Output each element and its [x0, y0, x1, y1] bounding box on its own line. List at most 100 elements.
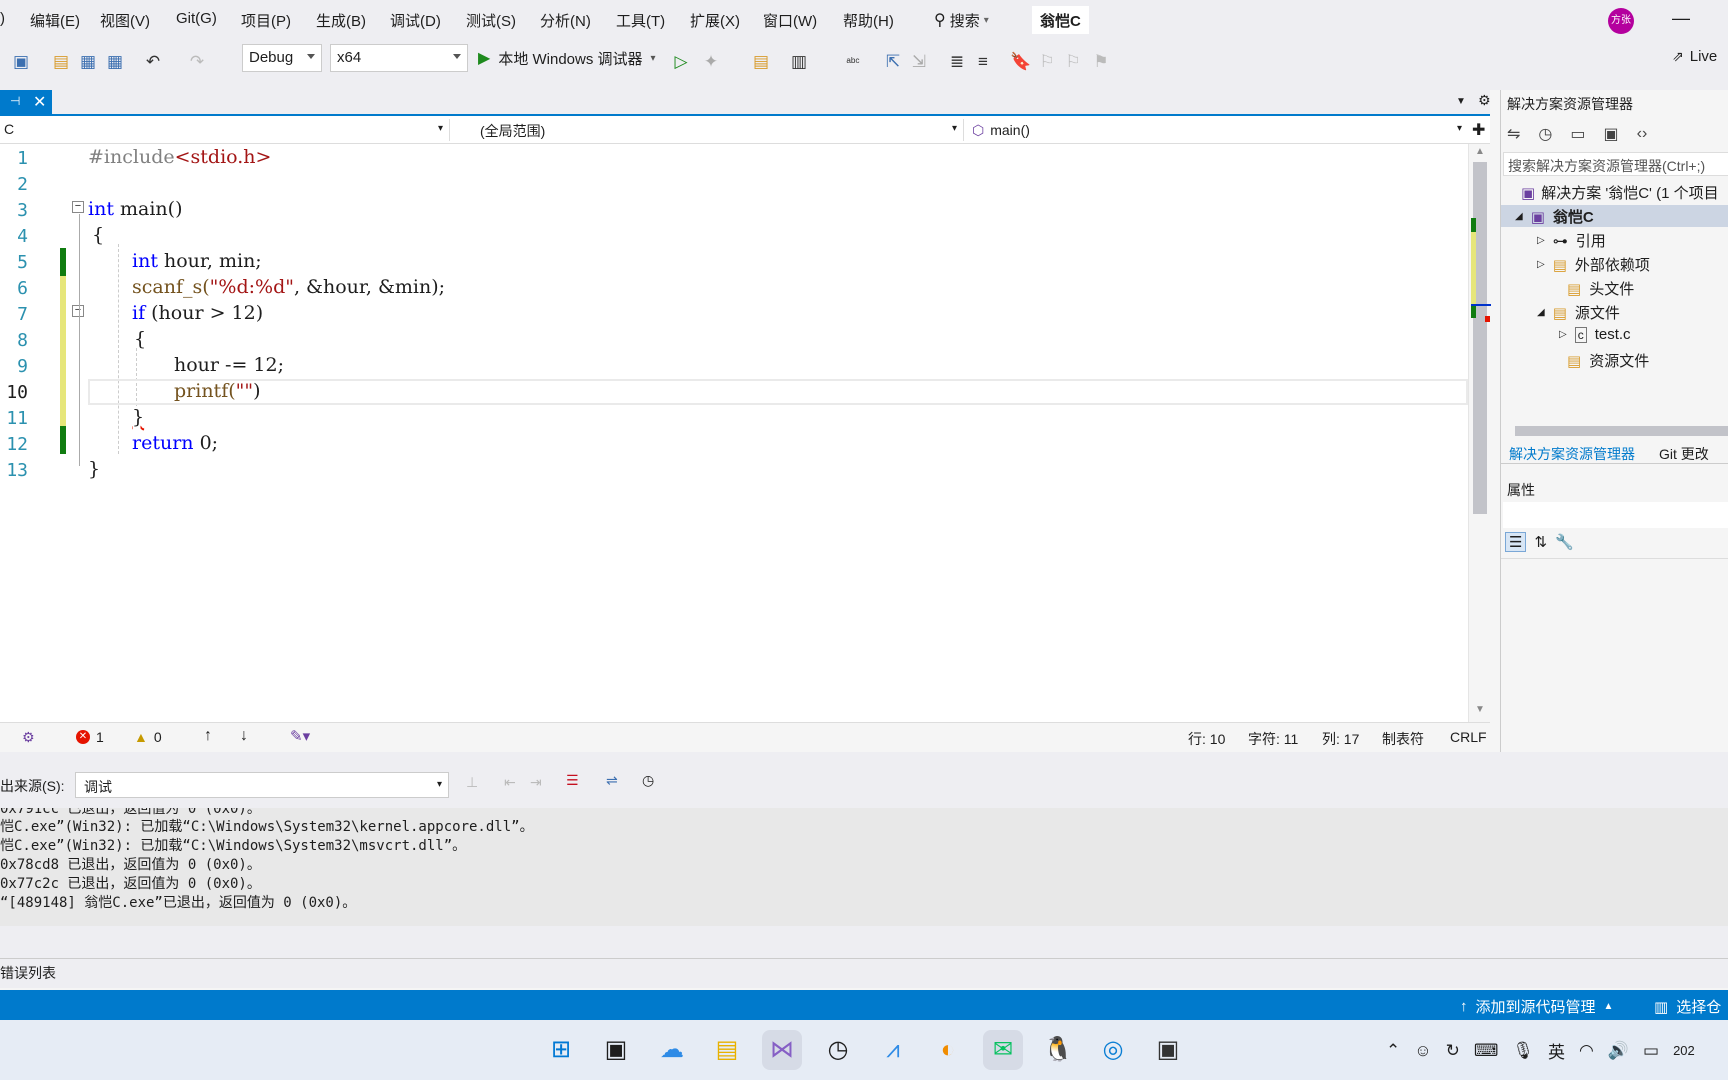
char-position[interactable]: 字符: 11 — [1248, 729, 1298, 749]
menu-git[interactable]: Git(G) — [176, 10, 217, 27]
collapse-toggle[interactable]: − — [72, 305, 84, 317]
alphabetical-icon[interactable]: ⇅ — [1534, 533, 1547, 551]
select-repo-button[interactable]: ▥ 选择仓 — [1654, 996, 1721, 1017]
next-message-icon[interactable]: ⇥ — [530, 774, 542, 791]
menu-debug[interactable]: 调试(D) — [390, 10, 441, 31]
next-bookmark-icon[interactable]: ⚐ — [1062, 51, 1084, 73]
categorized-icon[interactable]: ☰ — [1505, 532, 1527, 552]
horizontal-scrollbar[interactable] — [1515, 426, 1728, 436]
tab-git-changes[interactable]: Git 更改 — [1659, 444, 1709, 464]
undo-icon[interactable]: ↶ — [142, 51, 164, 73]
sync-tray-icon[interactable]: ↻ — [1446, 1041, 1460, 1061]
tree-item-solution[interactable]: ▣ 解决方案 '翁恺C' (1 个项目 — [1521, 182, 1719, 203]
line-position[interactable]: 行: 10 — [1188, 729, 1225, 749]
edge-icon[interactable]: ◎ — [1093, 1030, 1133, 1070]
tree-item-headers[interactable]: ▤ 头文件 — [1567, 278, 1634, 299]
menu-project[interactable]: 项目(P) — [241, 10, 291, 31]
spell-check-icon[interactable]: ᵃᵇᶜ — [842, 51, 864, 73]
redo-icon[interactable]: ↷ — [186, 51, 208, 73]
config-select[interactable]: Debug — [242, 44, 322, 72]
find-message-icon[interactable]: ⊥ — [466, 774, 478, 791]
pin-icon[interactable]: ⊣ — [10, 94, 20, 108]
tree-item-resources[interactable]: ▤ 资源文件 — [1567, 350, 1649, 371]
platform-select[interactable]: x64 — [330, 44, 468, 72]
tree-item-external-deps[interactable]: ▷ ▤ 外部依赖项 — [1537, 254, 1650, 275]
sync-icon[interactable]: ⇋ — [1507, 124, 1520, 144]
battery-icon[interactable]: ▭ — [1643, 1041, 1659, 1061]
clock[interactable]: 202 — [1673, 1043, 1695, 1058]
health-icon[interactable]: ⚙ — [22, 729, 35, 746]
properties-object-select[interactable] — [1503, 502, 1728, 528]
split-icon[interactable]: ✚ — [1472, 120, 1485, 140]
start-icon[interactable]: ⊞ — [541, 1030, 581, 1070]
tab-dropdown-icon[interactable]: ▼ — [1456, 96, 1466, 107]
start-without-debug-icon[interactable]: ▷ — [670, 51, 692, 73]
timestamp-icon[interactable]: ◷ — [642, 772, 654, 789]
avatar[interactable]: 方张 — [1608, 8, 1634, 34]
error-count[interactable]: ✕ 1 — [76, 729, 104, 745]
menu-analyze[interactable]: 分析(N) — [540, 10, 591, 31]
minimize-button[interactable]: — — [1672, 8, 1690, 29]
qq-icon[interactable]: 🐧 — [1038, 1030, 1078, 1070]
tree-item-references[interactable]: ▷ ⊶ 引用 — [1537, 230, 1606, 251]
volume-icon[interactable]: 🔊 — [1608, 1041, 1629, 1061]
clear-all-icon[interactable]: ☰ — [566, 772, 579, 789]
nav-file-dropdown[interactable]: C ▾ — [0, 119, 450, 141]
gear-icon[interactable]: ⚙ — [1478, 92, 1491, 109]
outdent-icon[interactable]: ≡ — [972, 51, 994, 73]
code-icon[interactable]: ‹› — [1637, 125, 1648, 143]
chevron-up-icon[interactable]: ⌃ — [1386, 1041, 1400, 1061]
scroll-down-icon[interactable]: ▼ — [1475, 704, 1485, 715]
code-editor[interactable]: 1 2 3 4 5 6 7 8 9 10 11 12 13 − − #inclu… — [0, 144, 1491, 722]
tree-item-sources[interactable]: ◢ ▤ 源文件 — [1537, 302, 1620, 323]
menu-file[interactable]: ) — [0, 10, 5, 27]
step-icon[interactable]: ⇱ — [882, 51, 904, 73]
browser-icon[interactable]: ◐ — [928, 1030, 968, 1070]
warning-count[interactable]: ▲ 0 — [134, 729, 162, 745]
window-layout-icon[interactable]: ▥ — [788, 51, 810, 73]
clock-app-icon[interactable]: ◷ — [818, 1030, 858, 1070]
active-tab[interactable]: ⊣ ✕ — [0, 90, 52, 116]
history-icon[interactable]: ◷ — [1538, 124, 1552, 144]
ime-indicator[interactable]: 英 — [1548, 1038, 1565, 1063]
output-text-area[interactable]: 0x791cc 已退出，返回值为 0 (0x0)。 恺C.exe”(Win32)… — [0, 808, 1728, 926]
collapse-toggle[interactable]: − — [72, 201, 84, 213]
vertical-scrollbar[interactable]: ▲ ▼ — [1468, 144, 1491, 722]
menu-build[interactable]: 生成(B) — [316, 10, 366, 31]
prev-message-icon[interactable]: ⇤ — [504, 774, 516, 791]
add-to-source-control-button[interactable]: ↑ 添加到源代码管理 ▲ — [1460, 996, 1613, 1017]
nav-member-dropdown[interactable]: ⬡ main() ▾ — [968, 119, 1468, 141]
indent-mode[interactable]: 制表符 — [1382, 729, 1424, 749]
line-ending[interactable]: CRLF — [1450, 729, 1487, 745]
bookmark-icon[interactable]: 🔖 — [1010, 51, 1032, 73]
clear-bookmarks-icon[interactable]: ⚑ — [1090, 51, 1112, 73]
indent-icon[interactable]: ≣ — [946, 51, 968, 73]
qq-tray-icon[interactable]: ☺ — [1414, 1041, 1431, 1061]
performance-icon[interactable]: ⩘ — [873, 1030, 913, 1070]
arrow-up-icon[interactable]: ↑ — [204, 727, 212, 745]
nav-scope-dropdown[interactable]: (全局范围) ▾ — [456, 119, 964, 141]
word-wrap-icon[interactable]: ⇌ — [606, 772, 618, 789]
save-icon[interactable]: ▦ — [77, 51, 99, 73]
menu-test[interactable]: 测试(S) — [466, 10, 516, 31]
scroll-up-icon[interactable]: ▲ — [1475, 146, 1485, 157]
step-over-icon[interactable]: ⇲ — [908, 51, 930, 73]
menu-window[interactable]: 窗口(W) — [763, 10, 817, 31]
tab-error-list[interactable]: 错误列表 — [0, 963, 56, 983]
bilibili-icon[interactable]: ▣ — [1148, 1030, 1188, 1070]
solution-search-input[interactable]: 搜索解决方案资源管理器(Ctrl+;) — [1503, 152, 1728, 176]
copy-icon[interactable]: ▣ — [1604, 124, 1619, 144]
widgets-icon[interactable]: ☁ — [652, 1030, 692, 1070]
brush-icon[interactable]: ✎▾ — [290, 727, 310, 745]
tree-item-project[interactable]: ◢ ▣ 翁恺C — [1515, 206, 1594, 227]
tab-solution-explorer[interactable]: 解决方案资源管理器 — [1509, 444, 1635, 464]
menu-extensions[interactable]: 扩展(X) — [690, 10, 740, 31]
start-debug-button[interactable]: ▶ 本地 Windows 调试器 ▾ — [478, 46, 656, 70]
wrench-icon[interactable]: 🔧 — [1555, 533, 1574, 551]
arrow-down-icon[interactable]: ↓ — [240, 727, 248, 745]
folder-icon[interactable]: ▤ — [750, 51, 772, 73]
tree-item-test-c[interactable]: ▷ c test.c — [1559, 326, 1631, 343]
file-explorer-icon[interactable]: ▤ — [707, 1030, 747, 1070]
new-project-icon[interactable]: ▣ — [10, 51, 32, 73]
scrollbar-thumb[interactable] — [1473, 162, 1487, 514]
